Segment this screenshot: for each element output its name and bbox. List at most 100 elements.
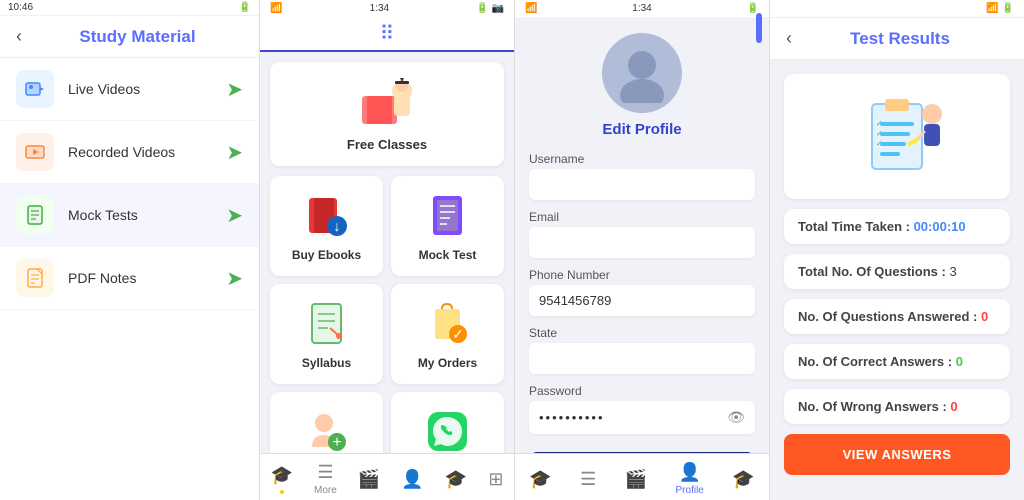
test-results-title: Test Results	[792, 29, 1008, 49]
svg-text:↓: ↓	[334, 218, 341, 234]
svg-text:+: +	[332, 434, 341, 451]
status-icons-center-right: 🔋 📷	[476, 3, 504, 14]
whatsapp-us-icon	[423, 406, 473, 453]
status-info-p4: 📶 🔋	[986, 3, 1014, 14]
username-input[interactable]	[529, 169, 755, 200]
home-icon: 🎓	[271, 465, 293, 486]
result-card-total-questions: Total No. Of Questions : 3	[784, 254, 1010, 289]
free-classes-illustration	[357, 76, 417, 131]
status-icons-p3: 📶	[525, 3, 537, 14]
result-card-wrong: No. Of Wrong Answers : 0	[784, 389, 1010, 424]
status-bar-p4: 📶 🔋	[770, 0, 1024, 18]
p3-nav-more[interactable]: ☰	[580, 469, 596, 490]
p3-video-icon: 🎬	[625, 469, 647, 490]
eye-icon[interactable]: 👁	[727, 409, 745, 426]
p3-home-icon: 🎓	[529, 469, 551, 490]
p3-nav-profile[interactable]: 👤 Profile	[676, 462, 704, 496]
panel2-scroll-content: Free Classes ↓ Buy Ebooks	[260, 52, 514, 453]
panel-menu-grid: 📶 1:34 🔋 📷 ⠿ Free Cla	[260, 0, 515, 500]
result-card-correct: No. Of Correct Answers : 0	[784, 344, 1010, 379]
svg-text:✓: ✓	[452, 326, 464, 342]
panel-edit-profile: 📶 1:34 🔋 Edit Profile Username Email Pho…	[515, 0, 770, 500]
p3-more-icon: ☰	[580, 469, 596, 490]
result-card-answered: No. Of Questions Answered : 0	[784, 299, 1010, 334]
panel-test-results: 📶 🔋 ‹ Test Results ✓ ✓ ✓	[770, 0, 1024, 500]
wrong-label: No. Of Wrong Answers :	[798, 399, 950, 414]
pdf-notes-arrow: ➤	[226, 266, 243, 291]
syllabus-icon	[302, 298, 352, 348]
password-label: Password	[529, 384, 755, 398]
grid-toggle-icon[interactable]: ⠿	[380, 21, 395, 46]
menu-item-mock-tests[interactable]: Mock Tests ➤	[0, 184, 259, 247]
edit-profile-title: Edit Profile	[529, 121, 755, 138]
username-label: Username	[529, 152, 755, 166]
invite-friends-icon: +	[302, 406, 352, 453]
grid-item-mock-test[interactable]: Mock Test	[391, 176, 504, 276]
pdf-notes-label: PDF Notes	[68, 270, 226, 286]
nav-grid[interactable]: ⊞	[488, 469, 503, 490]
nav-video[interactable]: 🎬	[358, 469, 380, 490]
status-icons-center-left: 📶	[270, 3, 282, 14]
nav-home[interactable]: 🎓	[271, 465, 293, 494]
menu-item-live-videos[interactable]: Live Videos ➤	[0, 58, 259, 121]
buy-ebooks-icon: ↓	[302, 190, 352, 240]
more-label: More	[314, 485, 337, 496]
phone-input[interactable]	[529, 285, 755, 316]
p3-profile-icon: 👤	[678, 462, 700, 483]
password-input-wrapper: 👁	[529, 401, 755, 434]
avatar	[602, 33, 682, 113]
nav-user[interactable]: 👤	[401, 469, 423, 490]
test-results-content: ✓ ✓ ✓ Total Time Taken : 00:00:10 Total …	[770, 60, 1024, 500]
panel2-top-bar: ⠿	[260, 17, 514, 52]
p3-nav-home[interactable]: 🎓	[529, 469, 551, 490]
free-classes-label: Free Classes	[347, 137, 427, 152]
nav-more[interactable]: ☰ More	[314, 462, 337, 496]
svg-text:✓: ✓	[876, 129, 883, 138]
grid-item-whatsapp-us[interactable]: Whatsapp Us	[391, 392, 504, 453]
study-material-title: Study Material	[32, 27, 243, 47]
panel2-bottom-nav: 🎓 ☰ More 🎬 👤 🎓 ⊞	[260, 453, 514, 500]
grid-item-invite-friends[interactable]: + Invite Friends	[270, 392, 383, 453]
p3-nav-video[interactable]: 🎬	[625, 469, 647, 490]
back-button-left[interactable]: ‹	[16, 26, 22, 47]
state-label: State	[529, 326, 755, 340]
state-input[interactable]	[529, 343, 755, 374]
grid-menu: ↓ Buy Ebooks Mock Test	[270, 176, 504, 453]
phone-label: Phone Number	[529, 268, 755, 282]
my-orders-icon: ✓	[423, 298, 473, 348]
result-card-total-time: Total Time Taken : 00:00:10	[784, 209, 1010, 244]
my-orders-label: My Orders	[418, 356, 477, 370]
password-input[interactable]	[539, 410, 727, 425]
status-icons-left: 🔋	[239, 2, 251, 13]
nav-grad[interactable]: 🎓	[445, 469, 467, 490]
menu-item-pdf-notes[interactable]: PDF Notes ➤	[0, 247, 259, 310]
mock-tests-arrow: ➤	[226, 203, 243, 228]
grad-icon: 🎓	[445, 469, 467, 490]
p3-nav-grad[interactable]: 🎓	[732, 469, 754, 490]
svg-text:✓: ✓	[876, 119, 883, 128]
wrong-value: 0	[950, 399, 957, 414]
free-classes-banner[interactable]: Free Classes	[270, 62, 504, 166]
more-icon: ☰	[317, 462, 333, 483]
grid-icon: ⊞	[488, 469, 503, 490]
edit-profile-content: Edit Profile Username Email Phone Number…	[515, 17, 769, 453]
grid-item-my-orders[interactable]: ✓ My Orders	[391, 284, 504, 384]
email-input[interactable]	[529, 227, 755, 258]
email-field: Email	[529, 210, 755, 258]
menu-item-recorded-videos[interactable]: Recorded Videos ➤	[0, 121, 259, 184]
view-answers-button[interactable]: VIEW ANSWERS	[784, 434, 1010, 475]
pdf-notes-icon	[16, 259, 54, 297]
answered-label: No. Of Questions Answered :	[798, 309, 981, 324]
grid-item-buy-ebooks[interactable]: ↓ Buy Ebooks	[270, 176, 383, 276]
status-bar-left: 10:46 🔋	[0, 0, 259, 16]
state-field: State	[529, 326, 755, 374]
grid-item-syllabus[interactable]: Syllabus	[270, 284, 383, 384]
recorded-videos-arrow: ➤	[226, 140, 243, 165]
p3-profile-label: Profile	[676, 485, 704, 496]
correct-label: No. Of Correct Answers :	[798, 354, 956, 369]
total-questions-label: Total No. Of Questions :	[798, 264, 949, 279]
panel3-bottom-nav: 🎓 ☰ 🎬 👤 Profile 🎓	[515, 453, 769, 500]
status-time-p3: 1:34	[632, 3, 651, 14]
mock-tests-icon	[16, 196, 54, 234]
username-field: Username	[529, 152, 755, 200]
